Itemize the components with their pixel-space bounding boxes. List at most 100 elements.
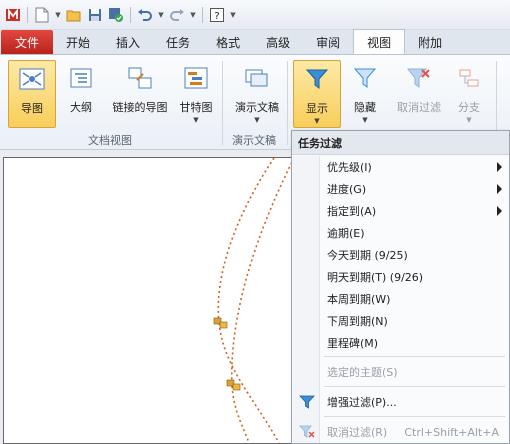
menu-item-label: 指定到(A)	[327, 205, 377, 218]
menu-item-due-this-week[interactable]: 本周到期(W)	[292, 288, 509, 310]
cancel-filter-ribbon-button[interactable]: 取消过滤	[392, 60, 446, 128]
menu-item-label: 下周到期(N)	[327, 315, 388, 328]
menu-item-label: 明天到期(T) (9/26)	[327, 271, 424, 284]
help-icon[interactable]: ?	[208, 6, 226, 24]
ribbon-tabs: 文件 开始 插入 任务 格式 高级 审阅 视图 附加	[0, 29, 510, 55]
tab-view[interactable]: 视图	[353, 29, 406, 54]
hide-dropdown-icon[interactable]: ▼	[362, 116, 367, 124]
tab-advanced[interactable]: 高级	[253, 30, 303, 54]
outline-view-button[interactable]: 大纲	[62, 60, 100, 128]
toolbar-divider	[202, 6, 203, 23]
redo-dropdown-icon[interactable]: ▼	[189, 11, 197, 19]
menu-item-overdue[interactable]: 逾期(E)	[292, 222, 509, 244]
group-divider	[287, 61, 288, 145]
submenu-arrow-icon	[497, 162, 502, 172]
linked-map-icon	[124, 62, 156, 94]
tab-home[interactable]: 开始	[53, 30, 103, 54]
undo-icon[interactable]	[136, 6, 154, 24]
topic-marker-icon[interactable]	[226, 379, 241, 391]
branch-dropdown-icon[interactable]: ▼	[466, 116, 471, 124]
connector-lines	[213, 157, 295, 444]
shortcut-text: Ctrl+Shift+Alt+A	[404, 425, 499, 439]
show-filter-button[interactable]: 显示 ▼	[293, 60, 341, 128]
menu-header: 任务过滤	[292, 131, 509, 155]
branch-label: 分支	[458, 101, 480, 114]
submenu-arrow-icon	[497, 206, 502, 216]
branch-line	[217, 157, 275, 324]
customize-icon[interactable]: ▼	[229, 11, 237, 19]
show-label: 显示	[306, 102, 328, 115]
app-logo-icon[interactable]	[4, 6, 22, 24]
group-presentation-label: 演示文稿	[232, 134, 276, 147]
new-document-icon[interactable]	[33, 6, 51, 24]
menu-item-label: 优先级(I)	[327, 161, 372, 174]
gantt-dropdown-icon[interactable]: ▼	[193, 116, 198, 124]
branch-line	[230, 157, 295, 387]
menu-item-label: 取消过滤(R)	[327, 426, 388, 439]
menu-item-label: 选定的主题(S)	[327, 366, 398, 379]
menu-separator	[324, 386, 505, 387]
map-view-icon	[16, 63, 48, 95]
menu-item-label: 进度(G)	[327, 183, 367, 196]
menu-item-label: 里程碑(M)	[327, 337, 379, 350]
group-doc-view-label: 文档视图	[88, 134, 132, 147]
branch-button[interactable]: 分支 ▼	[452, 60, 486, 128]
menu-item-label: 今天到期 (9/25)	[327, 249, 408, 262]
hide-label: 隐藏	[354, 101, 376, 114]
tab-task[interactable]: 任务	[153, 30, 203, 54]
menu-item-enhanced-filter[interactable]: 增强过滤(P)...	[292, 391, 509, 413]
tab-file[interactable]: 文件	[1, 30, 54, 54]
menu-item-assigned-to[interactable]: 指定到(A)	[292, 200, 509, 222]
tab-format[interactable]: 格式	[203, 30, 253, 54]
menu-item-selected-topic[interactable]: 选定的主题(S)	[292, 361, 509, 383]
cancel-filter-icon	[403, 62, 435, 94]
menu-item-due-tomorrow[interactable]: 明天到期(T) (9/26)	[292, 266, 509, 288]
cancel-filter-icon	[299, 425, 315, 438]
filter-icon	[299, 395, 315, 409]
menu-item-due-next-week[interactable]: 下周到期(N)	[292, 310, 509, 332]
presentation-button[interactable]: 演示文稿 ▼	[230, 60, 284, 128]
linked-map-label: 链接的导图	[112, 101, 168, 114]
tab-insert[interactable]: 插入	[103, 30, 153, 54]
menu-item-progress[interactable]: 进度(G)	[292, 178, 509, 200]
outline-icon	[65, 62, 97, 94]
map-view-button[interactable]: 导图	[8, 60, 56, 128]
save-all-icon[interactable]	[107, 6, 125, 24]
hide-filter-button[interactable]: 隐藏 ▼	[346, 60, 384, 128]
cancel-filter-label: 取消过滤	[397, 101, 441, 114]
branch-line	[231, 385, 250, 444]
save-icon[interactable]	[86, 6, 104, 24]
redo-icon[interactable]	[168, 6, 186, 24]
open-folder-icon[interactable]	[65, 6, 83, 24]
linked-map-button[interactable]: 链接的导图	[108, 60, 172, 128]
menu-item-priority[interactable]: 优先级(I)	[292, 156, 509, 178]
gantt-button[interactable]: 甘特图 ▼	[176, 60, 216, 128]
new-dropdown-icon[interactable]: ▼	[54, 11, 62, 19]
menu-item-due-today[interactable]: 今天到期 (9/25)	[292, 244, 509, 266]
tab-review[interactable]: 审阅	[303, 30, 353, 54]
menu-item-label: 本周到期(W)	[327, 293, 391, 306]
topic-marker-icon[interactable]	[213, 317, 228, 329]
undo-dropdown-icon[interactable]: ▼	[157, 11, 165, 19]
outline-view-label: 大纲	[70, 101, 92, 114]
group-divider	[222, 61, 223, 145]
svg-text:?: ?	[214, 11, 219, 22]
gantt-label: 甘特图	[179, 101, 213, 114]
menu-item-label: 增强过滤(P)...	[327, 396, 397, 409]
submenu-arrow-icon	[497, 184, 502, 194]
filter-icon	[301, 63, 333, 95]
show-dropdown-icon[interactable]: ▼	[314, 117, 319, 125]
quick-access-toolbar: ▼ ▼ ▼ ? ▼	[0, 0, 510, 30]
toolbar-divider	[130, 6, 131, 23]
menu-item-cancel-filter[interactable]: 取消过滤(R) Ctrl+Shift+Alt+A	[292, 421, 509, 443]
menu-separator	[324, 356, 505, 357]
presentation-dropdown-icon[interactable]: ▼	[254, 116, 259, 124]
mind-map-canvas[interactable]	[3, 157, 303, 444]
menu-item-label: 逾期(E)	[327, 227, 365, 240]
menu-item-milestone[interactable]: 里程碑(M)	[292, 332, 509, 354]
branch-icon	[453, 62, 485, 94]
presentation-label: 演示文稿	[235, 101, 279, 114]
task-filter-menu: 任务过滤 优先级(I) 进度(G) 指定到(A) 逾期(E) 今天到期 (9/2…	[291, 130, 510, 444]
tab-addins[interactable]: 附加	[405, 30, 455, 54]
gantt-icon	[180, 62, 212, 94]
